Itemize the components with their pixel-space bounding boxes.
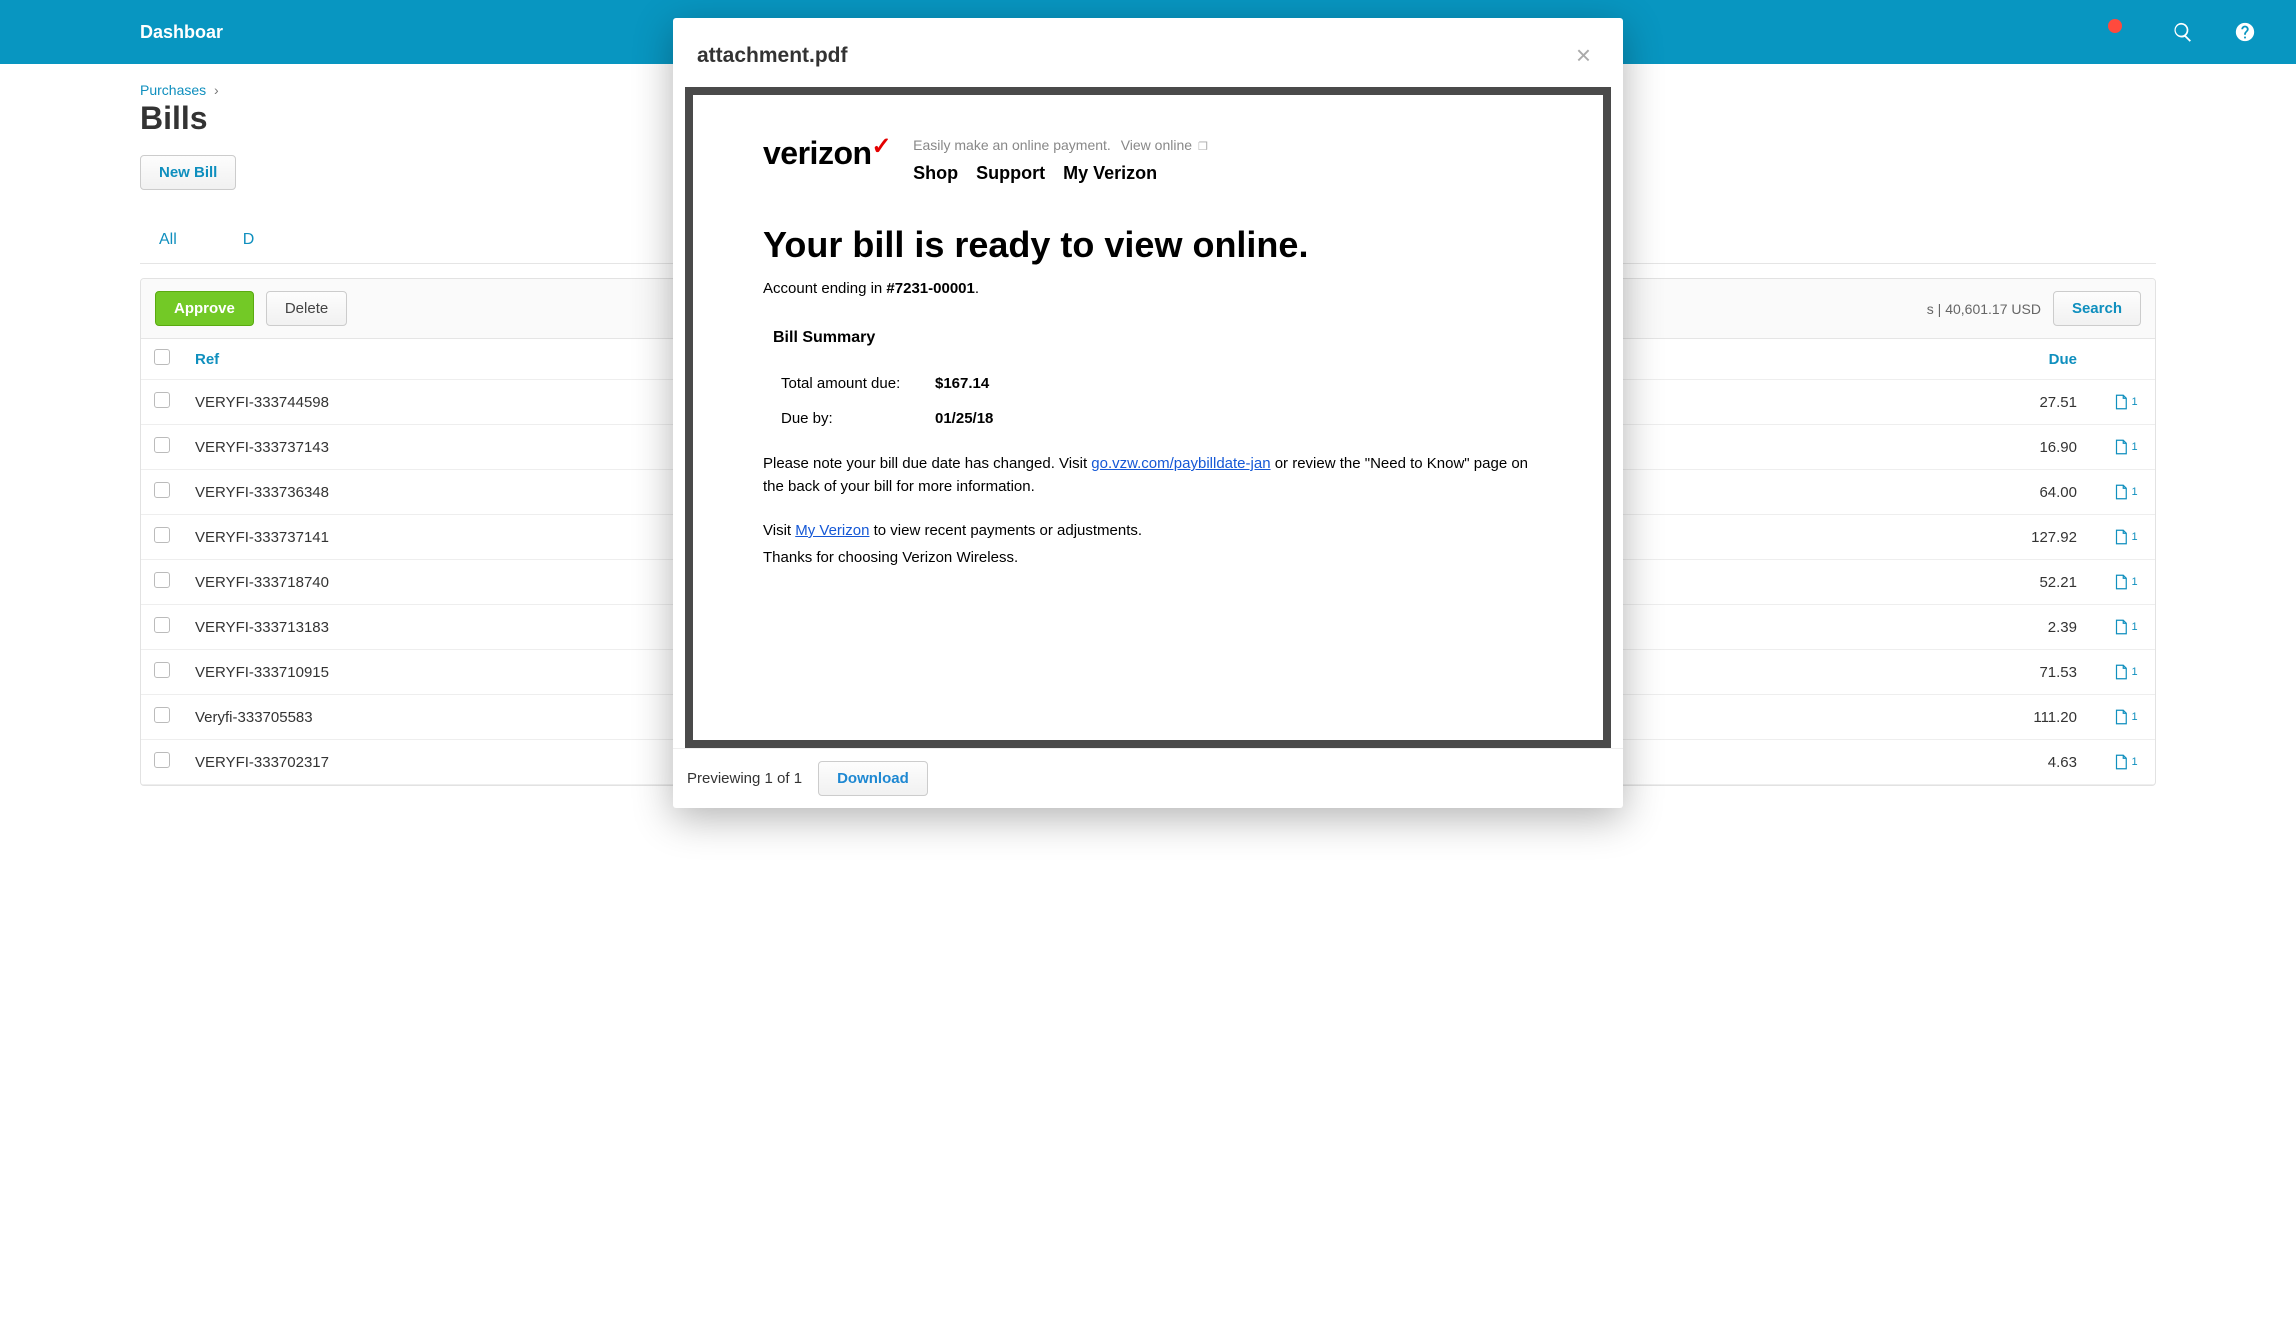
preview-count: Previewing 1 of 1 [687,770,802,787]
breadcrumb-separator: › [214,82,219,98]
row-checkbox[interactable] [154,527,170,543]
cell-attachment[interactable]: 1 [2095,470,2155,515]
download-button[interactable]: Download [818,761,928,796]
pdf-due-by: Due by: 01/25/18 [781,410,1533,427]
tab-second[interactable]: D [224,220,274,263]
cell-attachment[interactable]: 1 [2095,605,2155,650]
row-checkbox[interactable] [154,617,170,633]
help-icon[interactable] [2234,21,2256,43]
breadcrumb-purchases[interactable]: Purchases [140,82,206,98]
verizon-logo: verizon✓ [763,135,891,172]
pdf-note: Please note your bill due date has chang… [763,453,1533,498]
pdf-nav-my-verizon[interactable]: My Verizon [1063,163,1157,184]
new-bill-button[interactable]: New Bill [140,155,236,190]
notification-dot[interactable] [2108,19,2122,33]
pdf-note-link[interactable]: go.vzw.com/paybilldate-jan [1091,455,1270,472]
delete-button[interactable]: Delete [266,291,347,326]
cell-attachment[interactable]: 1 [2095,515,2155,560]
pdf-summary-heading: Bill Summary [773,329,1533,347]
modal-title: attachment.pdf [697,44,848,68]
search-icon[interactable] [2172,21,2194,43]
cell-attachment[interactable]: 1 [2095,740,2155,785]
pdf-preview: verizon✓ Easily make an online payment. … [685,87,1611,748]
row-checkbox[interactable] [154,707,170,723]
pdf-my-verizon-link[interactable]: My Verizon [795,522,869,539]
search-button[interactable]: Search [2053,291,2141,326]
row-checkbox[interactable] [154,572,170,588]
row-checkbox[interactable] [154,437,170,453]
pdf-thanks: Thanks for choosing Verizon Wireless. [763,549,1533,566]
row-checkbox[interactable] [154,662,170,678]
checkmark-icon: ✓ [872,133,892,160]
select-all-checkbox[interactable] [154,349,170,365]
row-checkbox[interactable] [154,392,170,408]
approve-button[interactable]: Approve [155,291,254,326]
close-icon[interactable]: × [1568,36,1599,75]
pdf-nav-shop[interactable]: Shop [913,163,958,184]
cell-attachment[interactable]: 1 [2095,425,2155,470]
external-link-icon: ❐ [1198,141,1208,153]
pdf-nav: Shop Support My Verizon [913,163,1208,184]
row-checkbox[interactable] [154,752,170,768]
pdf-headline: Your bill is ready to view online. [763,224,1533,266]
pdf-account-line: Account ending in #7231-00001. [763,280,1533,297]
pdf-tagline: Easily make an online payment. View onli… [913,137,1208,153]
cell-attachment[interactable]: 1 [2095,380,2155,425]
pdf-visit-line: Visit My Verizon to view recent payments… [763,522,1533,539]
view-online-link[interactable]: View online [1121,137,1192,153]
row-checkbox[interactable] [154,482,170,498]
nav-dashboard[interactable]: Dashboar [140,22,223,43]
cell-attachment[interactable]: 1 [2095,695,2155,740]
attachment-modal: attachment.pdf × verizon✓ Easily make an… [673,18,1623,808]
tab-all[interactable]: All [140,220,196,263]
pdf-total-due: Total amount due: $167.14 [781,375,1533,392]
totals-text: s | 40,601.17 USD [1927,301,2041,317]
pdf-nav-support[interactable]: Support [976,163,1045,184]
cell-attachment[interactable]: 1 [2095,560,2155,605]
cell-attachment[interactable]: 1 [2095,650,2155,695]
